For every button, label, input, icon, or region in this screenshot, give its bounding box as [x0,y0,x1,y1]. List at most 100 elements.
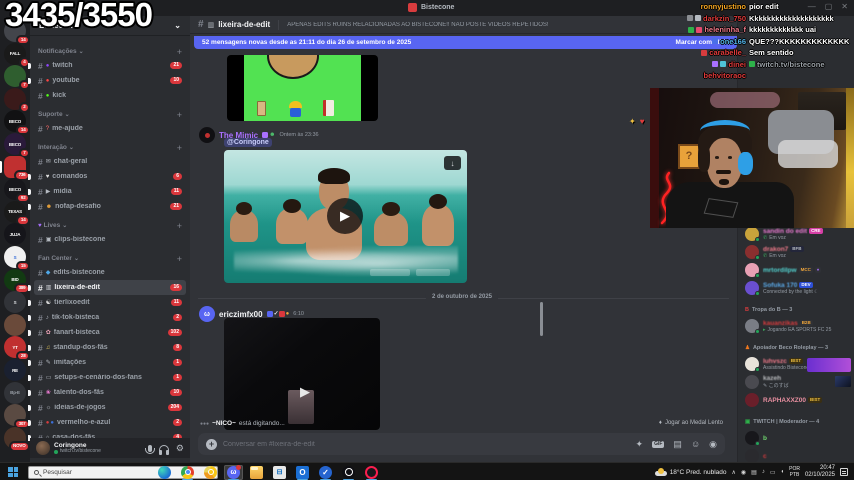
create-channel-icon[interactable]: + [177,143,182,153]
taskbar-app-outlook[interactable]: O [293,465,312,480]
section-header-notificações[interactable]: Notificações⌄+ [30,45,190,58]
member-row[interactable]: kauanzikasB2B▸Jogando EA SPORTS FC 25 [738,317,854,335]
mic-icon[interactable] [148,445,152,452]
game-icon[interactable]: ◉ [709,439,717,450]
channel-clips-bistecone[interactable]: #▣clips-bistecone [34,232,186,247]
channel-me-ajude[interactable]: #?me-ajude [34,121,186,136]
section-header-fan-center[interactable]: Fan Center⌄+ [30,252,190,265]
window-minimize-icon[interactable]: — [808,2,816,11]
member-row[interactable]: RAPHAXXZ00BIST [738,391,854,409]
chevron-up-icon[interactable]: ∧ [732,469,736,476]
server-icon-6[interactable]: 736 [4,156,26,178]
channel-chat-geral[interactable]: #✉chat-geral [34,154,186,169]
create-channel-icon[interactable]: + [177,221,182,231]
video-attachment-green[interactable] [227,55,378,121]
channel-midia[interactable]: #▶midia11 [34,184,186,199]
note-icon[interactable]: ♪ [762,469,765,476]
channel-fanart-bisteca[interactable]: #✿fanart-bisteca102 [34,325,186,340]
taskbar-app-opera[interactable] [362,465,381,480]
taskbar-app-explorer[interactable] [247,465,266,480]
channel-tik-tok-bisteca[interactable]: #♪tik-tok-bisteca2 [34,310,186,325]
taskbar-app-obs[interactable] [339,465,358,480]
server-icon-3[interactable]: 2 [4,88,26,110]
server-icon-JUJA[interactable]: JUJA [4,223,26,245]
channel-lixeira-de-edit[interactable]: #▥lixeira-de-edit16 [34,280,186,295]
gift-icon[interactable]: ✦ [636,439,644,450]
video-attachment-ocean[interactable]: ▶ ↓ [224,150,467,283]
chat-scrollbar[interactable] [540,302,543,336]
video-attachment-dark[interactable]: ▶ [224,318,380,430]
channel-youtube[interactable]: #●youtube10 [34,73,186,88]
gear-icon[interactable]: ⚙ [176,444,184,453]
server-icon-BECO[interactable]: BECO7 [4,133,26,155]
channel-comandos[interactable]: #♥comandos6 [34,169,186,184]
create-channel-icon[interactable]: + [177,254,182,264]
taskbar-app-canary[interactable] [201,465,220,480]
headphones-icon[interactable] [159,445,169,452]
download-icon[interactable]: ↓ [444,156,461,170]
taskbar-app-chrome[interactable] [178,465,197,480]
channel-imitações[interactable]: #✎imitações1 [34,355,186,370]
server-icon-18[interactable]: NOVO [4,427,26,449]
channel-talento-dos-fãs[interactable]: #❀talento-dos-fãs10 [34,385,186,400]
channel-setups-e-cenário-dos-fans[interactable]: #▭setups-e-cenário-dos-fans1 [34,370,186,385]
message-input[interactable]: + Conversar em #lixeira-de-edit ✦GIF▤☺◉ [198,433,725,455]
server-icon-YT[interactable]: YT28 [4,336,26,358]
channel-twitch[interactable]: #●twitch21 [34,58,186,73]
volume-icon[interactable]: ◖ [781,469,785,476]
clock[interactable]: 20:4702/10/2025 [805,465,835,480]
server-icon-BECO[interactable]: BECO92 [4,178,26,200]
section-header-suporte[interactable]: Suporte⌄+ [30,108,190,121]
server-icon-S[interactable]: S15 [4,246,26,268]
member-row[interactable]: drakon7BFB✆Em voz [738,243,854,261]
avatar[interactable] [199,127,215,143]
taskbar-app-discord[interactable]: ω [224,465,243,480]
taskbar-app-todo[interactable]: ✓ [316,465,335,480]
taskbar-app-store[interactable]: ⊟ [270,465,289,480]
language-indicator[interactable]: PORPTB [789,466,800,478]
server-icon-BID[interactable]: BID389 [4,269,26,291]
grid-icon[interactable]: ▤ [751,469,757,476]
channel-vermelho-e-azul[interactable]: #●●vermelho-e-azul2 [34,415,186,430]
weather-widget[interactable]: 18°C Pred. nublado [655,468,727,476]
play-button[interactable]: ▶ [327,198,363,234]
window-close-icon[interactable]: ✕ [841,2,848,11]
member-row[interactable]: luhvszcBISTAssistindo Bistecone ☻ [738,355,854,373]
member-row[interactable]: mrtordilpwMCC♦ [738,261,854,279]
section-header-interação[interactable]: Interação⌄+ [30,141,190,154]
attach-plus-icon[interactable]: + [206,439,217,450]
server-icon-BECO[interactable]: BECO14 [4,110,26,132]
server-icon-17[interactable]: 307 [4,404,26,426]
sticker-icon[interactable]: ▤ [673,439,682,450]
medal-hint[interactable]: ♦ Jogar ao Medal Lento [659,420,723,426]
play-icon[interactable]: ▶ [300,384,310,400]
server-icon-TEXAS[interactable]: TEXAS14 [4,201,26,223]
member-row[interactable]: kazeh✎ このすば [738,373,854,391]
circle-icon[interactable]: ◉ [741,469,746,476]
mention-pill[interactable]: @Coringone [224,138,272,147]
server-icon-2[interactable]: 7 [4,65,26,87]
server-icon-Bp-E[interactable]: Bp-E [4,382,26,404]
channel-kick[interactable]: #●kick [34,88,186,103]
section-header-lives[interactable]: ♥Lives⌄+ [30,219,190,232]
channel-edits-bistecone[interactable]: #◆edits-bistecone [34,265,186,280]
avatar[interactable] [36,441,50,455]
screen-icon[interactable]: ▭ [770,469,776,476]
window-maximize-icon[interactable]: ▢ [825,2,833,11]
channel-tierlixoedit[interactable]: #☯tierlixoedit11 [34,295,186,310]
server-icon-FALL[interactable]: FALL4 [4,43,26,65]
server-icon-RE[interactable]: RE [4,359,26,381]
server-icon-S[interactable]: S [4,291,26,313]
channel-nofap-desafio[interactable]: #☻nofap-desafio21 [34,199,186,214]
create-channel-icon[interactable]: + [177,110,182,120]
emoji-icon[interactable]: ☺ [691,439,700,449]
gif-icon[interactable]: GIF [652,441,664,448]
server-icon-13[interactable] [4,314,26,336]
channel-topic[interactable]: APENAS EDITS RUINS RELACIONADAS AO BISTE… [287,22,548,28]
avatar[interactable]: ω [199,306,215,322]
taskbar-app-edge[interactable] [155,465,174,480]
create-channel-icon[interactable]: + [177,47,182,57]
notification-center-icon[interactable] [840,468,848,476]
channel-ideias-de-jogos[interactable]: #☼ideias-de-jogos204 [34,400,186,415]
member-row[interactable]: b [738,429,854,447]
